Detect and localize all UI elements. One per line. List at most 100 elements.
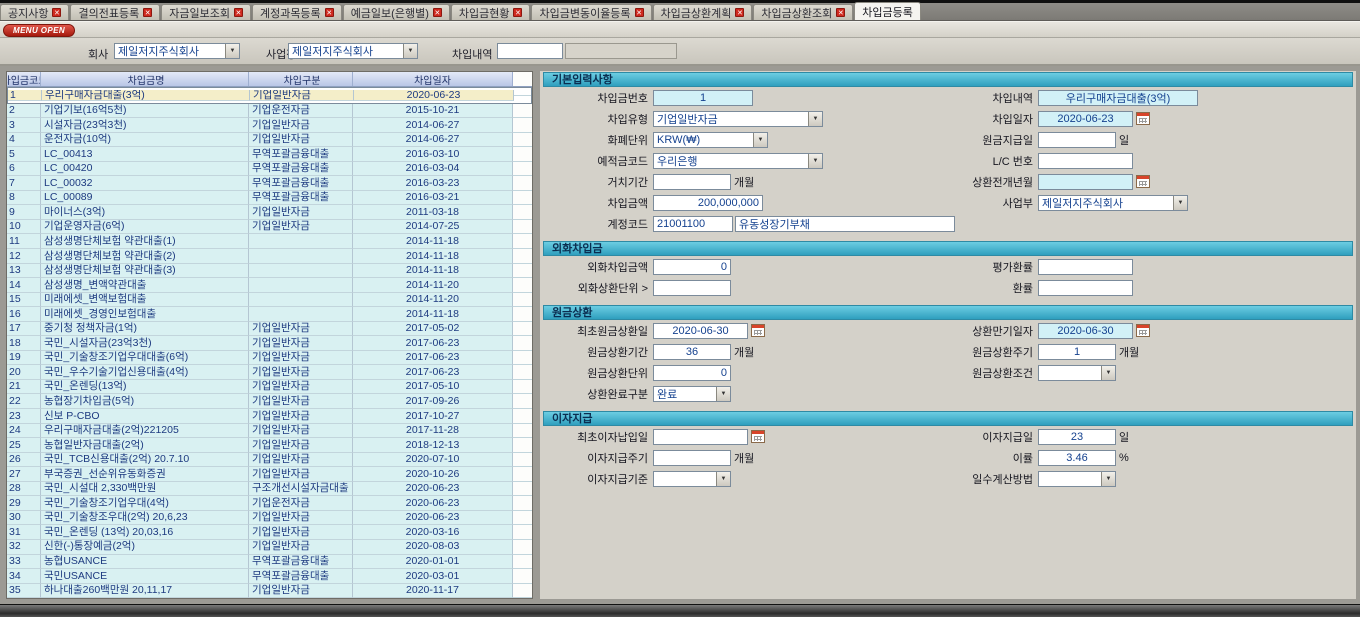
calendar-icon[interactable]	[751, 430, 765, 443]
table-row[interactable]: 22농협장기차입금(5억)기업일반자금2017-09-26	[7, 394, 532, 409]
table-row[interactable]: 35하나대출260백만원 20,11,17기업일반자금2020-11-17	[7, 584, 532, 599]
tab-close-icon[interactable]: ✕	[433, 8, 442, 17]
calendar-icon[interactable]	[1136, 324, 1150, 337]
tab-notice[interactable]: 공지사항✕	[0, 4, 69, 20]
table-row[interactable]: 28국민_시설대 2,330백만원구조개선시설자금대출2020-06-23	[7, 482, 532, 497]
principal-repay-unit-field[interactable]	[653, 365, 731, 381]
table-row[interactable]: 15미래에셋_변액보험대출2014-11-20	[7, 293, 532, 308]
tab-close-icon[interactable]: ✕	[52, 8, 61, 17]
loan-type-select[interactable]: 기업일반자금▼	[653, 111, 823, 127]
table-row[interactable]: 31국민_온렌딩 (13억) 20,03,16기업일반자금2020-03-16	[7, 525, 532, 540]
table-row[interactable]: 5LC_00413무역포괄금융대출2016-03-10	[7, 147, 532, 162]
tab-approval-slip-register[interactable]: 결의전표등록✕	[70, 4, 160, 20]
table-row[interactable]: 12삼성생명단체보험 약관대출(2)2014-11-18	[7, 249, 532, 264]
tab-close-icon[interactable]: ✕	[635, 8, 644, 17]
table-row[interactable]: 17중기청 정책자금(1억)기업일반자금2017-05-02	[7, 322, 532, 337]
fx-repay-unit-field[interactable]	[653, 280, 731, 296]
tab-close-icon[interactable]: ✕	[143, 8, 152, 17]
table-row[interactable]: 21국민_온렌딩(13억)기업일반자금2017-05-10	[7, 380, 532, 395]
calendar-icon[interactable]	[1136, 112, 1150, 125]
table-cell	[513, 569, 532, 584]
loan-desc-field[interactable]	[1038, 90, 1198, 106]
interest-basis-select[interactable]: ▼	[653, 471, 731, 487]
table-row[interactable]: 27부국증권_선순위유동화증권기업일반자금2020-10-26	[7, 467, 532, 482]
workplace-select[interactable]: 제일저지주식회사 ▼	[288, 43, 418, 59]
loan-date-field[interactable]	[1038, 111, 1133, 127]
table-row[interactable]: 32신한(-)통장예금(2억)기업일반자금2020-08-03	[7, 540, 532, 555]
filter-bar: 회사 제일저지주식회사 ▼ 사업장 제일저지주식회사 ▼ 차입내역	[0, 38, 1360, 66]
tab-account-subject-register[interactable]: 계정과목등록✕	[252, 4, 342, 20]
maturity-date-field[interactable]	[1038, 323, 1133, 339]
exchange-rate-field[interactable]	[1038, 280, 1133, 296]
principal-repay-period-field[interactable]	[653, 344, 731, 360]
interest-pay-day-field[interactable]	[1038, 429, 1116, 445]
table-row[interactable]: 25농협일반자금대출(2억)기업일반자금2018-12-13	[7, 438, 532, 453]
account-code-field[interactable]	[653, 216, 733, 232]
table-row[interactable]: 30국민_기술창조우대(2억) 20,6,23기업일반자금2020-06-23	[7, 511, 532, 526]
menu-open-button[interactable]: MENU OPEN	[3, 24, 75, 37]
loan-number-field[interactable]	[653, 90, 753, 106]
interest-pay-cycle-field[interactable]	[653, 450, 731, 466]
table-row[interactable]: 33농협USANCE무역포괄금융대출2020-01-01	[7, 555, 532, 570]
tab-loan-rate-change-register[interactable]: 차입금변동이율등록✕	[531, 4, 651, 20]
rollover-yearmonth-field[interactable]	[1038, 174, 1133, 190]
table-row[interactable]: 24우리구매자금대출(2억)221205기업일반자금2017-11-28	[7, 424, 532, 439]
form-cell: 차입유형기업일반자금▼	[543, 111, 943, 127]
company-select[interactable]: 제일저지주식회사 ▼	[114, 43, 240, 59]
tab-close-icon[interactable]: ✕	[836, 8, 845, 17]
table-row[interactable]: 18국민_시설자금(23억3천)기업일반자금2017-06-23	[7, 336, 532, 351]
calendar-icon[interactable]	[1136, 175, 1150, 188]
currency-unit-select[interactable]: KRW(₩)▼	[653, 132, 768, 148]
table-row[interactable]: 1우리구매자금대출(3억)기업일반자금2020-06-23	[7, 87, 532, 104]
repay-complete-type-select[interactable]: 완료▼	[653, 386, 731, 402]
table-row[interactable]: 23신보 P-CBO기업일반자금2017-10-27	[7, 409, 532, 424]
table-cell: 2017-06-23	[353, 336, 513, 351]
loan-amount-field[interactable]	[653, 195, 763, 211]
principal-pay-day-field[interactable]	[1038, 132, 1116, 148]
table-row[interactable]: 10기업운영자금(6억)기업일반자금2014-07-25	[7, 220, 532, 235]
table-row[interactable]: 26국민_TCB신용대출(2억) 20.7.10기업일반자금2020-07-10	[7, 453, 532, 468]
eval-exchange-rate-field[interactable]	[1038, 259, 1133, 275]
table-row[interactable]: 19국민_기술창조기업우대대출(6억)기업일반자금2017-06-23	[7, 351, 532, 366]
lc-number-field[interactable]	[1038, 153, 1133, 169]
table-row[interactable]: 2기업기보(16억5천)기업운전자금2015-10-21	[7, 104, 532, 119]
interest-rate-field[interactable]	[1038, 450, 1116, 466]
business-unit-select[interactable]: 제일저지주식회사▼	[1038, 195, 1188, 211]
table-row[interactable]: 11삼성생명단체보험 약관대출(1)2014-11-18	[7, 234, 532, 249]
tab-close-icon[interactable]: ✕	[513, 8, 522, 17]
table-row[interactable]: 14삼성생명_변액약관대출2014-11-20	[7, 278, 532, 293]
first-principal-repay-date-field[interactable]	[653, 323, 748, 339]
table-row[interactable]: 16미래에셋_경영인보험대출2014-11-18	[7, 307, 532, 322]
tab-deposit-daily-by-bank[interactable]: 예금일보(은행별)✕	[343, 4, 450, 20]
principal-repay-condition-select[interactable]: ▼	[1038, 365, 1116, 381]
tab-close-icon[interactable]: ✕	[234, 8, 243, 17]
table-cell: 32	[7, 540, 41, 555]
tab-close-icon[interactable]: ✕	[735, 8, 744, 17]
fx-loan-amount-field[interactable]	[653, 259, 731, 275]
table-row[interactable]: 3시설자금(23억3천)기업일반자금2014-06-27	[7, 118, 532, 133]
table-row[interactable]: 6LC_00420무역포괄금융대출2016-03-04	[7, 162, 532, 177]
account-code-name-field[interactable]	[735, 216, 955, 232]
table-row[interactable]: 20국민_우수기술기업신용대출(4억)기업일반자금2017-06-23	[7, 365, 532, 380]
tab-fund-daily-inquiry[interactable]: 자금일보조회✕	[161, 4, 251, 20]
calendar-icon[interactable]	[751, 324, 765, 337]
table-row[interactable]: 34국민USANCE무역포괄금융대출2020-03-01	[7, 569, 532, 584]
table-row[interactable]: 8LC_00089무역포괄금융대출2016-03-21	[7, 191, 532, 206]
grace-period-field[interactable]	[653, 174, 731, 190]
deposit-code-select[interactable]: 우리은행▼	[653, 153, 823, 169]
loan-desc-search-input[interactable]	[497, 43, 563, 59]
day-count-method-select[interactable]: ▼	[1038, 471, 1116, 487]
table-cell	[513, 482, 532, 497]
principal-repay-cycle-field[interactable]	[1038, 344, 1116, 360]
tab-loan-status[interactable]: 차입금현황✕	[451, 4, 531, 20]
tab-close-icon[interactable]: ✕	[325, 8, 334, 17]
first-interest-pay-date-field[interactable]	[653, 429, 748, 445]
table-row[interactable]: 29국민_기술창조기업우대(4억)기업운전자금2020-06-23	[7, 496, 532, 511]
table-row[interactable]: 13삼성생명단체보험 약관대출(3)2014-11-18	[7, 264, 532, 279]
table-row[interactable]: 4운전자금(10억)기업일반자금2014-06-27	[7, 133, 532, 148]
tab-loan-repay-plan[interactable]: 차입금상환계획✕	[653, 4, 753, 20]
tab-loan-repay-inquiry[interactable]: 차입금상환조회✕	[753, 4, 853, 20]
table-row[interactable]: 9마이너스(3억)기업일반자금2011-03-18	[7, 205, 532, 220]
table-row[interactable]: 7LC_00032무역포괄금융대출2016-03-23	[7, 176, 532, 191]
tab-loan-register[interactable]: 차입금등록	[854, 2, 921, 20]
